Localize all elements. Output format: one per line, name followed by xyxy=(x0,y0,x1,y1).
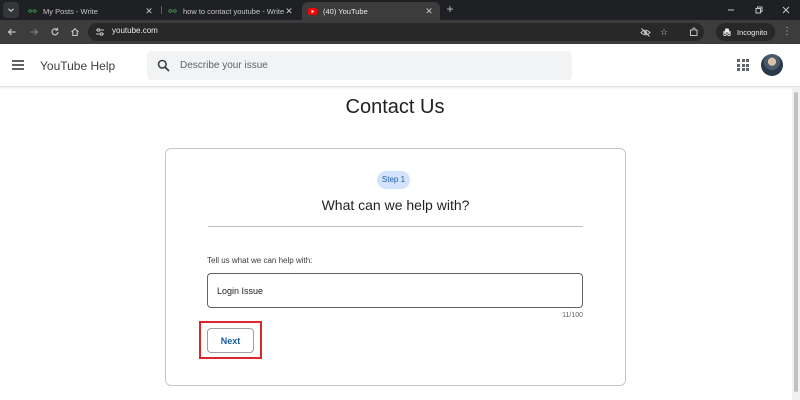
url-text: youtube.com xyxy=(112,26,158,35)
reload-button[interactable] xyxy=(47,24,63,40)
tab-how-to-contact[interactable]: how to contact youtube - Write ✕ xyxy=(162,2,300,20)
tab-title: how to contact youtube - Write xyxy=(183,6,284,16)
next-button[interactable]: Next xyxy=(207,328,254,353)
incognito-label: Incognito xyxy=(737,27,768,37)
home-button[interactable] xyxy=(67,24,83,40)
close-tab-icon[interactable]: ✕ xyxy=(144,6,154,17)
puzzle-icon xyxy=(690,27,698,36)
divider xyxy=(208,226,583,227)
menu-icon[interactable] xyxy=(12,59,26,71)
minimize-icon xyxy=(728,9,734,11)
close-icon xyxy=(782,6,790,14)
browser-toolbar: youtube.com ☆ Incognito ⋮ xyxy=(0,20,800,44)
incognito-indicator[interactable]: Incognito xyxy=(716,23,776,41)
close-window-button[interactable] xyxy=(770,0,800,20)
tab-search-button[interactable] xyxy=(3,2,19,18)
new-tab-button[interactable]: + xyxy=(443,3,457,17)
issue-input[interactable] xyxy=(207,273,583,308)
chevron-down-icon xyxy=(8,8,14,13)
incognito-icon xyxy=(723,28,731,37)
tab-title: (40) YouTube xyxy=(323,6,368,16)
reload-icon xyxy=(51,27,59,36)
extensions-button[interactable] xyxy=(686,24,702,40)
browser-menu-icon[interactable]: ⋮ xyxy=(780,24,794,40)
tab-title: My Posts - Write xyxy=(43,6,98,16)
forward-button[interactable] xyxy=(26,24,42,40)
step-heading: What can we help with? xyxy=(321,197,470,213)
gfg-icon xyxy=(168,7,177,15)
site-settings-icon[interactable] xyxy=(95,27,105,37)
star-icon[interactable]: ☆ xyxy=(658,26,670,38)
issue-field-label: Tell us what we can help with: xyxy=(207,256,313,265)
search-icon[interactable] xyxy=(157,59,170,72)
arrow-left-icon xyxy=(7,28,16,36)
step-badge: Step 1 xyxy=(377,171,410,189)
help-center-header: YouTube Help xyxy=(0,44,800,87)
youtube-icon xyxy=(308,7,317,15)
page-title: Contact Us xyxy=(345,96,445,118)
address-bar[interactable]: youtube.com ☆ xyxy=(88,23,704,41)
back-button[interactable] xyxy=(4,24,20,40)
arrow-right-icon xyxy=(30,28,39,36)
browser-tab-strip: My Posts - Write ✕ how to contact youtub… xyxy=(0,0,800,20)
close-tab-icon[interactable]: ✕ xyxy=(284,6,294,17)
page-scrollbar-thumb[interactable] xyxy=(794,92,798,392)
help-search-bar[interactable] xyxy=(147,51,572,80)
search-input[interactable] xyxy=(180,51,560,80)
home-icon xyxy=(71,28,79,37)
apps-grid-icon[interactable] xyxy=(737,59,749,71)
tab-youtube[interactable]: (40) YouTube ✕ xyxy=(302,2,440,20)
eye-off-icon[interactable] xyxy=(639,26,651,38)
restore-icon xyxy=(755,6,763,14)
tab-my-posts[interactable]: My Posts - Write ✕ xyxy=(22,2,160,20)
avatar[interactable] xyxy=(761,54,783,76)
gfg-icon xyxy=(28,7,37,15)
character-counter: 11/100 xyxy=(562,312,583,319)
close-tab-icon[interactable]: ✕ xyxy=(424,6,434,17)
app-title[interactable]: YouTube Help xyxy=(40,59,115,73)
